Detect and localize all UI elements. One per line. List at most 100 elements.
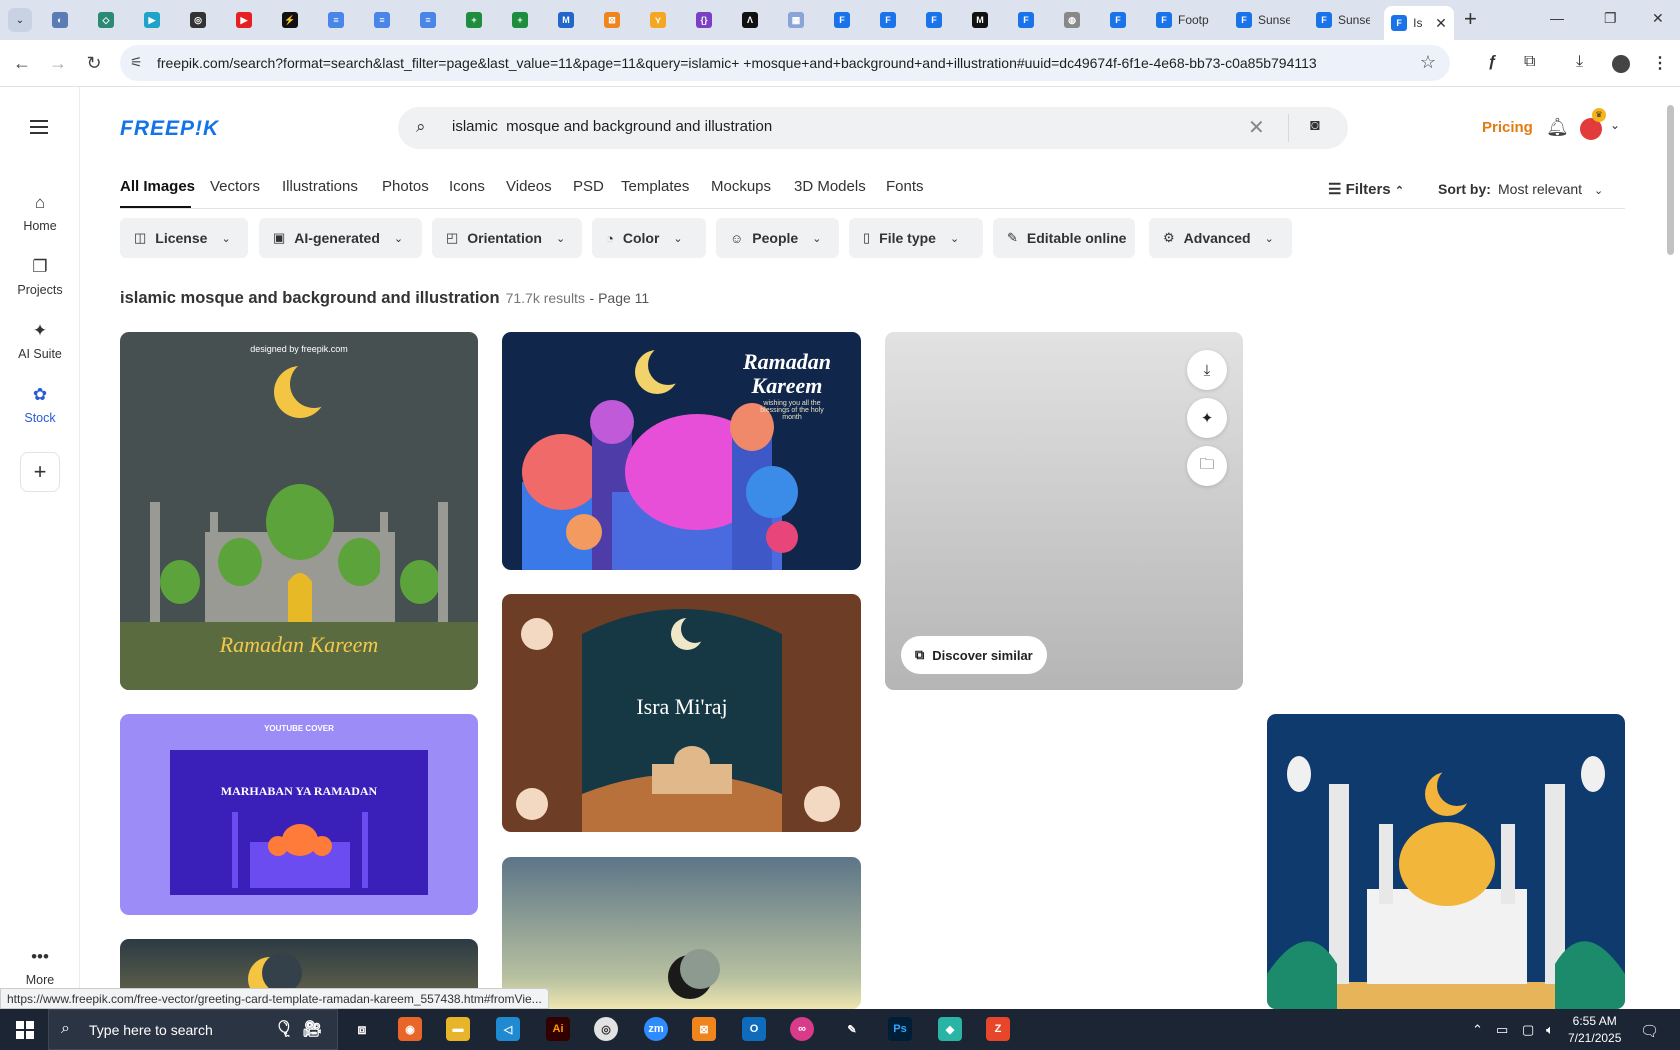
tray-chevron-icon[interactable]: ⌃ — [1472, 1022, 1483, 1038]
result-card[interactable] — [502, 857, 861, 1009]
result-card[interactable]: Ramadan Kareem wishing you all the bless… — [502, 332, 861, 570]
nav-stock[interactable]: ✿ Stock — [0, 385, 80, 425]
xampp-icon[interactable]: ⊠ — [692, 1017, 716, 1041]
tab-sunse-2[interactable]: F Sunse — [1304, 6, 1382, 34]
notifications-icon[interactable]: 🗨︎ — [1640, 1022, 1659, 1040]
creative-cloud-icon[interactable]: ∞ — [790, 1017, 814, 1041]
tray-network-icon[interactable]: ▭ — [1496, 1022, 1508, 1038]
tab-all-images[interactable]: All Images — [120, 178, 195, 195]
nav-home[interactable]: ⌂ Home — [0, 193, 80, 233]
restore-icon[interactable]: ❐ — [1604, 10, 1617, 27]
chrome-icon[interactable]: ◎ — [594, 1017, 618, 1041]
new-tab-plus-icon[interactable]: + — [1464, 8, 1477, 30]
chip-color[interactable]: ◔ Color ⌄ — [592, 218, 706, 258]
address-bar[interactable]: ⚟ freepik.com/search?format=search&last_… — [120, 45, 1450, 81]
add-plus-button[interactable]: + — [20, 452, 60, 492]
chip-editable-online[interactable]: ✎ Editable online — [993, 218, 1135, 258]
tab-sunse-1[interactable]: F Sunse — [1224, 6, 1302, 34]
clear-search-icon[interactable]: ✕ — [1248, 115, 1265, 140]
minimize-icon[interactable]: — — [1550, 10, 1564, 26]
browser-tab[interactable]: ≡ — [408, 6, 448, 34]
firefox-icon[interactable]: ◉ — [398, 1017, 422, 1041]
close-window-icon[interactable]: ✕ — [1652, 10, 1664, 27]
browser-tab[interactable]: ≡ — [362, 6, 402, 34]
chip-file-type[interactable]: ▯ File type ⌄ — [849, 218, 983, 258]
tab-videos[interactable]: Videos — [506, 178, 552, 195]
app-icon[interactable]: ◆ — [938, 1017, 962, 1041]
extension-f-icon[interactable]: ƒ — [1488, 53, 1497, 71]
outlook-icon[interactable]: O — [742, 1017, 766, 1041]
tray-volume-icon[interactable]: 🔈︎ — [1546, 1022, 1554, 1038]
browser-tab[interactable]: ▶ — [132, 6, 172, 34]
nav-more[interactable]: ••• More — [0, 947, 80, 987]
browser-tab[interactable]: M — [960, 6, 1000, 34]
browser-tab[interactable]: ◇ — [86, 6, 126, 34]
chrome-menu-icon[interactable]: ⋮ — [1652, 53, 1668, 73]
ai-edit-sparkles-icon[interactable]: ✦ — [1187, 398, 1227, 438]
filezilla-icon[interactable]: Z — [986, 1017, 1010, 1041]
illustrator-icon[interactable]: Ai — [546, 1017, 570, 1041]
tab-photos[interactable]: Photos — [382, 178, 429, 195]
browser-tab[interactable]: F — [868, 6, 908, 34]
filters-toggle-button[interactable]: ☰ Filters ⌃ — [1328, 180, 1404, 198]
windows-start-icon[interactable] — [16, 1021, 34, 1039]
camera-search-icon[interactable]: ◙ — [1310, 117, 1320, 135]
tab-footp[interactable]: F Footp — [1144, 6, 1222, 34]
site-info-icon[interactable]: ⚟ — [130, 54, 143, 71]
tab-vectors[interactable]: Vectors — [210, 178, 260, 195]
browser-tab[interactable]: F — [1006, 6, 1046, 34]
discover-similar-button[interactable]: ⧉ Discover similar — [901, 636, 1047, 674]
browser-tab[interactable]: M — [546, 6, 586, 34]
result-card[interactable]: designed by freepik.com Ramadan Kareem — [120, 332, 478, 690]
browser-tab[interactable]: {} — [684, 6, 724, 34]
chip-license[interactable]: ◫ License ⌄ — [120, 218, 248, 258]
tab-active[interactable]: F Is ✕ — [1384, 6, 1454, 40]
browser-tab[interactable]: ▶ — [224, 6, 264, 34]
save-to-folder-icon[interactable]: 🗀︎ — [1187, 446, 1227, 486]
profile-avatar[interactable] — [1612, 55, 1630, 73]
zoom-icon[interactable]: zm — [644, 1017, 668, 1041]
browser-tab[interactable]: ▦ — [776, 6, 816, 34]
download-icon[interactable]: ⤓ — [1187, 350, 1227, 390]
browser-tab[interactable]: ◍ — [1052, 6, 1092, 34]
bookmark-star-icon[interactable]: ☆ — [1420, 52, 1436, 73]
page-scrollbar[interactable] — [1665, 100, 1675, 1000]
tab-icons[interactable]: Icons — [449, 178, 485, 195]
downloads-icon[interactable]: ⤓ — [1576, 53, 1583, 71]
nav-projects[interactable]: ❐ Projects — [0, 257, 80, 297]
freepik-logo[interactable]: FREEP!K — [120, 117, 219, 141]
file-explorer-icon[interactable]: ▬ — [446, 1017, 470, 1041]
tab-3d-models[interactable]: 3D Models — [794, 178, 866, 195]
chevron-down-icon[interactable]: ⌄ — [1610, 118, 1620, 132]
chip-people[interactable]: ☺ People ⌄ — [716, 218, 839, 258]
tab-mockups[interactable]: Mockups — [711, 178, 771, 195]
taskbar-clock[interactable]: 6:55 AM 7/21/2025 — [1568, 1013, 1621, 1047]
url-text[interactable]: freepik.com/search?format=search&last_fi… — [157, 55, 1317, 71]
tab-close-icon[interactable]: ✕ — [1435, 15, 1447, 32]
result-card[interactable] — [1267, 714, 1625, 1009]
result-card[interactable]: Isra Mi'raj — [502, 594, 861, 832]
browser-tab[interactable]: ◐ — [40, 6, 80, 34]
result-card-hovered[interactable]: ⤓ ✦ 🗀︎ ⧉ Discover similar — [885, 332, 1243, 690]
vscode-icon[interactable]: ◁ — [496, 1017, 520, 1041]
sort-dropdown[interactable]: Most relevant ⌄ — [1498, 181, 1603, 197]
tray-display-icon[interactable]: ▢ — [1522, 1022, 1534, 1038]
browser-tab[interactable]: + — [500, 6, 540, 34]
nav-ai-suite[interactable]: ✦ AI Suite — [0, 321, 80, 361]
tab-psd[interactable]: PSD — [573, 178, 604, 195]
browser-tab[interactable]: ⚡ — [270, 6, 310, 34]
tab-search-chevron-icon[interactable]: ⌄ — [8, 8, 32, 32]
tab-templates[interactable]: Templates — [621, 178, 689, 195]
browser-tab[interactable]: ◎ — [178, 6, 218, 34]
browser-tab[interactable]: Λ — [730, 6, 770, 34]
pricing-link[interactable]: Pricing — [1482, 119, 1533, 136]
hamburger-menu-icon[interactable] — [30, 120, 48, 138]
browser-tab[interactable]: F — [1098, 6, 1138, 34]
chip-orientation[interactable]: ◰ Orientation ⌄ — [432, 218, 582, 258]
scrollbar-thumb[interactable] — [1667, 105, 1674, 255]
chip-advanced[interactable]: ⚙ Advanced ⌄ — [1149, 218, 1292, 258]
search-input[interactable] — [452, 118, 1232, 135]
browser-tab[interactable]: F — [822, 6, 862, 34]
result-card[interactable]: YOUTUBE COVER MARHABAN YA RAMADAN — [120, 714, 478, 915]
browser-tab[interactable]: F — [914, 6, 954, 34]
